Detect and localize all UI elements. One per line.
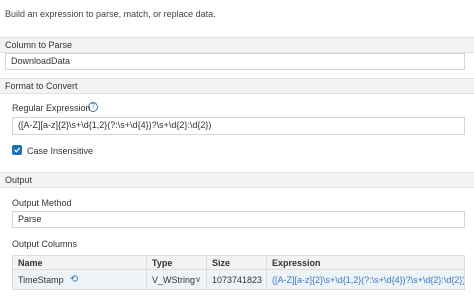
table-row[interactable]: TimeStamp ⟲ V_WString ∨ 1073741823 ([A-Z…: [12, 270, 465, 290]
help-icon[interactable]: ?: [88, 102, 98, 112]
cell-type-text[interactable]: V_WString: [152, 275, 195, 285]
case-insensitive-checkbox[interactable]: [12, 145, 22, 155]
checkmark-icon: [14, 147, 21, 153]
output-method-label: Output Method: [12, 198, 72, 208]
cell-expression[interactable]: ([A-Z][a-z]{2}\s+\d{1,2}(?:\s+\d{4})?\s+…: [267, 270, 464, 289]
column-to-parse-field[interactable]: DownloadData: [5, 53, 465, 70]
case-insensitive-label: Case Insensitive: [27, 146, 94, 156]
regex-input[interactable]: ([A-Z][a-z]{2}\s+\d{1,2}(?:\s+\d{4})?\s+…: [12, 117, 465, 135]
reset-icon[interactable]: ⟲: [70, 274, 78, 285]
output-columns-header: Name Type Size Expression: [12, 255, 465, 270]
cell-size[interactable]: 1073741823: [207, 270, 267, 289]
header-size[interactable]: Size: [207, 256, 267, 269]
header-expression[interactable]: Expression: [267, 256, 464, 269]
regex-label: Regular Expression: [12, 103, 91, 113]
section-column-to-parse: Column to Parse: [0, 37, 474, 53]
description-text: Build an expression to parse, match, or …: [5, 9, 216, 19]
cell-name-text[interactable]: TimeStamp: [18, 275, 64, 285]
section-format-to-convert: Format to Convert: [0, 78, 474, 94]
header-name[interactable]: Name: [13, 256, 147, 269]
section-output: Output: [0, 172, 474, 188]
output-method-select[interactable]: Parse: [12, 211, 465, 228]
chevron-down-icon[interactable]: ∨: [195, 275, 201, 284]
cell-name[interactable]: TimeStamp ⟲: [13, 270, 147, 289]
header-type[interactable]: Type: [147, 256, 207, 269]
output-columns-label: Output Columns: [12, 239, 78, 249]
cell-type[interactable]: V_WString ∨: [147, 270, 207, 289]
